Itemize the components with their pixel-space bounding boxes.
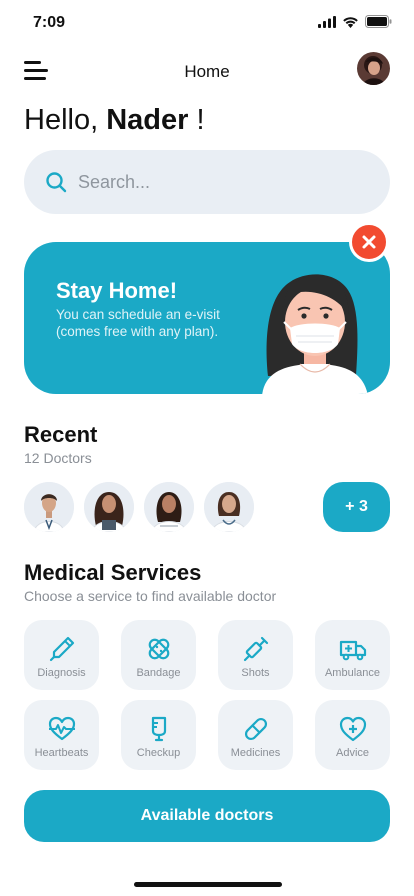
status-icons (318, 15, 392, 28)
service-bandage[interactable]: Bandage (121, 620, 196, 690)
status-bar: 7:09 (0, 0, 414, 44)
syringe-pen-icon (49, 636, 75, 662)
search-icon (46, 172, 67, 193)
service-label: Heartbeats (34, 747, 89, 759)
stay-home-banner: Stay Home! You can schedule an e-visit (… (24, 242, 390, 394)
greeting-name: Nader (106, 104, 189, 136)
service-ambulance[interactable]: Ambulance (315, 620, 390, 690)
service-heartbeats[interactable]: Heartbeats (24, 700, 99, 770)
service-label: Shots (241, 667, 270, 679)
greeting-hello: Hello, (24, 104, 99, 136)
pill-icon (244, 717, 268, 741)
available-doctors-button[interactable]: Available doctors (24, 790, 390, 842)
wifi-icon (343, 16, 358, 28)
service-shots[interactable]: Shots (218, 620, 293, 690)
nav-bar: Home (0, 50, 414, 94)
service-label: Advice (335, 747, 370, 759)
heart-plus-icon (339, 716, 367, 742)
service-label: Checkup (136, 747, 181, 759)
iv-drip-icon (151, 716, 167, 742)
service-medicines[interactable]: Medicines (218, 700, 293, 770)
masked-woman-illustration (262, 274, 368, 394)
doctor-avatar[interactable] (24, 482, 74, 532)
doctor-avatar[interactable] (144, 482, 194, 532)
greeting-suffix: ! (196, 104, 205, 136)
service-diagnosis[interactable]: Diagnosis (24, 620, 99, 690)
status-time: 7:09 (33, 14, 66, 31)
home-indicator (134, 882, 282, 887)
bandage-icon (148, 638, 170, 660)
service-label: Ambulance (324, 667, 381, 679)
avatar[interactable] (357, 52, 390, 85)
close-banner-button[interactable] (349, 222, 389, 262)
page-title: Home (184, 62, 230, 81)
medical-services-title: Medical Services (24, 560, 202, 585)
service-label: Diagnosis (37, 667, 86, 679)
service-label: Medicines (230, 747, 281, 759)
recent-title: Recent (24, 422, 98, 447)
ambulance-icon (339, 640, 367, 661)
battery-icon (365, 15, 392, 28)
more-doctors-button[interactable]: + 3 (323, 482, 390, 532)
syringe-icon (243, 636, 269, 662)
recent-count: 12 Doctors (24, 450, 92, 466)
banner-title: Stay Home! (56, 278, 178, 303)
search-bar[interactable] (24, 150, 390, 214)
recent-doctors-list (24, 482, 254, 532)
close-icon (362, 235, 376, 249)
search-input[interactable] (78, 162, 368, 202)
services-grid: Diagnosis Bandage Shots Ambulance Heartb… (24, 620, 390, 770)
service-advice[interactable]: Advice (315, 700, 390, 770)
heartbeat-icon (48, 716, 76, 741)
medical-services-subtitle: Choose a service to find available docto… (24, 588, 277, 604)
doctor-avatar[interactable] (84, 482, 134, 532)
signal-icon (318, 15, 336, 28)
service-checkup[interactable]: Checkup (121, 700, 196, 770)
service-label: Bandage (136, 667, 181, 679)
greeting: Hello, Nader ! (24, 104, 205, 137)
banner-text: You can schedule an e-visit (comes free … (56, 307, 220, 339)
doctor-avatar[interactable] (204, 482, 254, 532)
